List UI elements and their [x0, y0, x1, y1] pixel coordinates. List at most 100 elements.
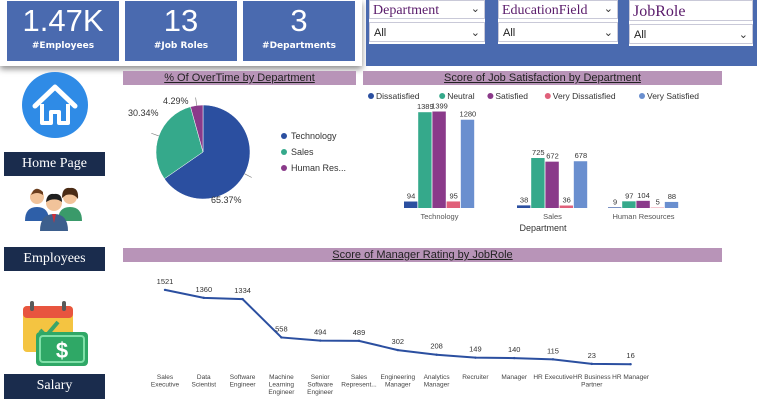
line-point: [435, 353, 438, 356]
legend-marker: [544, 93, 551, 99]
x-tick-label: Engineering Manager: [380, 374, 415, 389]
line-point: [319, 339, 322, 342]
chevron-down-icon[interactable]: ⌄: [604, 0, 613, 19]
department-slicer-label: Department: [373, 3, 440, 18]
x-tick-label: Sales Executive: [151, 374, 180, 389]
kpi-job-roles-value: 13: [163, 3, 199, 38]
kpi-job-roles-label: #Job Roles: [153, 41, 209, 51]
line-point: [551, 358, 555, 361]
chevron-down-icon[interactable]: ⌄: [739, 25, 748, 45]
bar-data-label: 1280: [460, 110, 477, 119]
line-point: [202, 296, 205, 300]
bar: [517, 205, 531, 208]
bar: [559, 205, 573, 208]
x-tick-label: HR Manager: [612, 374, 650, 381]
line-data-label: 1334: [234, 286, 251, 295]
x-tick-label: Software Engineer: [230, 374, 257, 389]
legend-marker: [639, 93, 645, 99]
line-data-label: 208: [430, 342, 443, 351]
bar: [622, 201, 636, 208]
job-role-slicer-title: JobRole: [629, 0, 753, 21]
department-slicer-title: Department ⌄: [369, 0, 485, 19]
legend-marker: [439, 93, 446, 99]
bar: [432, 111, 446, 208]
line-data-label: 558: [275, 324, 288, 333]
pie-leader-line: [195, 97, 197, 106]
line-data-label: 489: [353, 328, 366, 337]
line-data-label: 1360: [195, 285, 212, 294]
bar-data-label: 1399: [431, 102, 448, 111]
education-field-slicer-label: EducationField: [502, 3, 588, 18]
bar-data-label: 94: [407, 192, 415, 201]
home-icon[interactable]: [21, 71, 89, 139]
kpi-departments: 3 #Departments: [243, 1, 355, 61]
pie-data-label: 65.37%: [211, 195, 242, 205]
pie-data-label: 30.34%: [128, 108, 159, 118]
overtime-chart-title: % Of OverTime by Department: [123, 71, 356, 85]
education-field-slicer[interactable]: EducationField ⌄ All ⌄: [498, 0, 618, 44]
nav-employees[interactable]: Employees: [4, 247, 105, 271]
bar-data-label: 97: [625, 191, 633, 200]
bar: [446, 201, 460, 208]
chevron-down-icon[interactable]: ⌄: [471, 23, 480, 43]
legend-label: Neutral: [447, 91, 475, 101]
employees-icon[interactable]: [22, 183, 86, 233]
line-point: [241, 297, 244, 301]
line-point: [357, 339, 361, 343]
kpi-job-roles: 13 #Job Roles: [125, 1, 237, 61]
job-role-select[interactable]: All ⌄: [629, 24, 753, 44]
legend-label: Sales: [291, 147, 314, 157]
line-point: [163, 288, 167, 292]
line-point: [590, 362, 593, 366]
nav-salary[interactable]: Salary: [4, 374, 105, 399]
education-field-select[interactable]: All ⌄: [498, 22, 618, 42]
bar-data-label: 5: [656, 198, 660, 207]
legend-marker: [281, 149, 287, 155]
x-tick-label: Analytics Manager: [424, 374, 451, 389]
overtime-pie-chart: 65.37% Technology 30.34% Sales 4.29% Human Re…: [128, 96, 346, 205]
salary-icon[interactable]: $: [20, 300, 90, 370]
legend-label: Technology: [291, 131, 337, 141]
bar-data-label: 36: [563, 196, 571, 205]
bar-data-label: 95: [450, 191, 458, 200]
x-tick-label: HR Executive: [533, 374, 573, 381]
line-data-label: 1521: [157, 277, 174, 286]
line-data-label: 302: [392, 337, 405, 346]
bar: [418, 112, 432, 208]
legend-label: Very Dissatisfied: [553, 91, 616, 101]
bar: [460, 119, 475, 208]
nav-home-page[interactable]: Home Page: [4, 152, 105, 176]
legend-label: Very Satisfied: [647, 91, 699, 101]
pie-leader-line: [244, 173, 252, 178]
x-tick-label: Recruiter: [462, 374, 489, 381]
line-point: [629, 363, 632, 366]
bar: [664, 201, 679, 208]
legend-label: Satisfied: [495, 91, 528, 101]
chevron-down-icon[interactable]: ⌄: [604, 23, 613, 43]
bar: [404, 201, 418, 208]
rating-line: [164, 288, 631, 366]
bar-data-label: 9: [613, 197, 617, 206]
x-tick-label: Manager: [501, 374, 527, 381]
bar-data-label: 104: [637, 191, 650, 200]
legend-marker: [281, 165, 287, 171]
bar: [636, 200, 650, 208]
chevron-down-icon[interactable]: ⌄: [471, 0, 480, 19]
kpi-departments-label: #Departments: [262, 41, 336, 51]
manager-rating-line-chart: 1521 1360 1334 558 494 489 302 208 149 140 115 23 16…: [151, 277, 650, 396]
job-role-slicer[interactable]: JobRole All ⌄: [629, 0, 753, 46]
x-tick-label: Sales: [543, 212, 562, 221]
department-select[interactable]: All ⌄: [369, 22, 485, 42]
pie-data-label: 4.29%: [163, 96, 189, 106]
bar: [545, 161, 559, 208]
job-role-select-value: All: [634, 29, 647, 41]
line-point: [513, 356, 516, 360]
job-satisfaction-bar-chart: Dissatisfied Neutral Satisfied Very Dissati…: [368, 91, 699, 233]
legend-marker: [487, 93, 494, 99]
job-satisfaction-chart-title: Score of Job Satisfaction by Department: [363, 71, 722, 85]
x-tick-label: Machine Learning Engineer: [268, 374, 295, 396]
department-slicer[interactable]: Department ⌄ All ⌄: [369, 0, 485, 44]
x-tick-label: Data Scientist: [192, 374, 217, 389]
line-data-label: 494: [314, 328, 327, 337]
bar-data-label: 678: [575, 151, 588, 160]
